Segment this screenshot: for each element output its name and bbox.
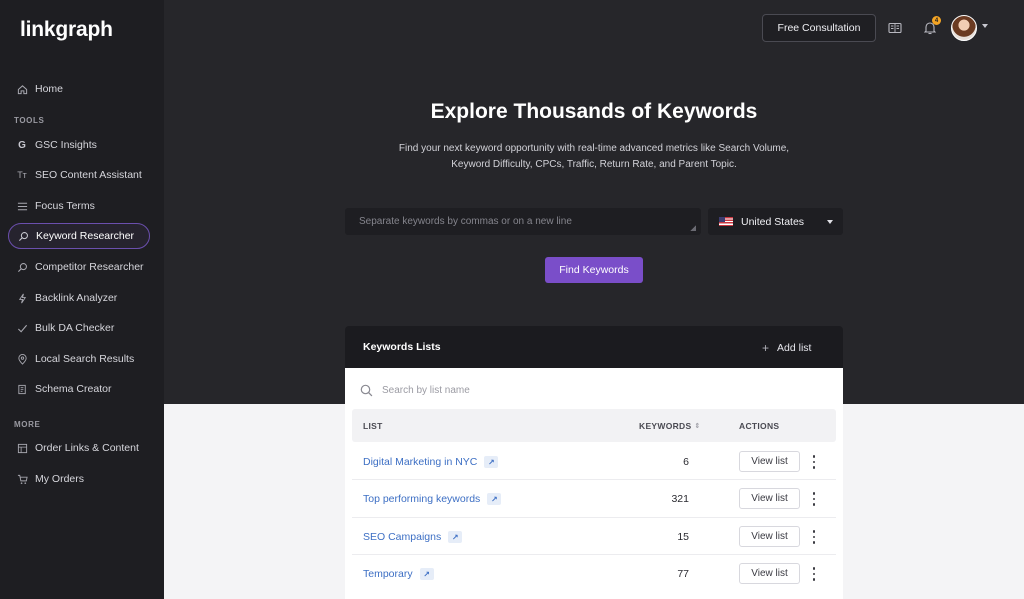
sidebar-item-order-links-content[interactable]: Order Links & Content: [8, 435, 150, 461]
column-header-keywords-label: KEYWORDS: [639, 421, 692, 431]
chevron-down-icon: [827, 220, 833, 224]
sidebar-item-label: Focus Terms: [35, 200, 95, 212]
sidebar: linkgraph Home TOOLS G GSC Insights Tт S…: [0, 0, 164, 599]
sidebar-item-label: Bulk DA Checker: [35, 322, 115, 334]
page-subtitle: Find your next keyword opportunity with …: [398, 143, 790, 170]
view-list-button[interactable]: View list: [739, 526, 800, 547]
sidebar-item-label: SEO Content Assistant: [35, 169, 142, 181]
sidebar-item-competitor-researcher[interactable]: Competitor Researcher: [8, 254, 150, 280]
more-section-label: MORE: [14, 420, 41, 429]
add-list-label: Add list: [777, 342, 812, 354]
sidebar-item-bulk-da-checker[interactable]: Bulk DA Checker: [8, 315, 150, 341]
order-icon: [16, 442, 28, 454]
sidebar-item-schema-creator[interactable]: Schema Creator: [8, 376, 150, 402]
sidebar-item-home[interactable]: Home: [8, 76, 150, 102]
sidebar-item-label: My Orders: [35, 473, 85, 485]
external-link-icon[interactable]: ↗: [487, 493, 502, 505]
sidebar-item-gsc-insights[interactable]: G GSC Insights: [8, 132, 150, 158]
lightning-icon: [16, 292, 28, 304]
sidebar-item-label: GSC Insights: [35, 139, 97, 151]
list-name-link[interactable]: Temporary ↗: [363, 568, 434, 580]
tools-section-label: TOOLS: [14, 116, 45, 125]
plus-icon: +: [762, 341, 770, 355]
text-size-icon: Tт: [17, 170, 27, 180]
sidebar-item-keyword-researcher[interactable]: Keyword Researcher: [8, 223, 150, 249]
view-list-button[interactable]: View list: [739, 563, 800, 584]
column-header-actions: ACTIONS: [739, 421, 780, 431]
cart-icon: [16, 473, 28, 485]
sidebar-item-label: Order Links & Content: [35, 442, 139, 454]
sidebar-item-my-orders[interactable]: My Orders: [8, 466, 150, 492]
list-name-link[interactable]: Top performing keywords ↗: [363, 493, 502, 505]
avatar[interactable]: [951, 15, 977, 41]
sidebar-item-label: Competitor Researcher: [35, 261, 144, 273]
keyword-count: 6: [683, 456, 689, 468]
keyword-count: 15: [677, 531, 689, 543]
location-pin-icon: [16, 353, 28, 365]
home-icon: [16, 83, 28, 95]
list-name: Temporary: [363, 568, 413, 580]
country-select[interactable]: United States: [708, 208, 843, 235]
country-label: United States: [741, 215, 805, 228]
check-icon: [16, 322, 28, 334]
sidebar-item-backlink-analyzer[interactable]: Backlink Analyzer: [8, 285, 150, 311]
free-consultation-button[interactable]: Free Consultation: [762, 14, 876, 42]
sidebar-item-seo-content-assistant[interactable]: Tт SEO Content Assistant: [8, 162, 150, 188]
book-icon[interactable]: [888, 21, 902, 35]
list-name: Digital Marketing in NYC: [363, 456, 478, 468]
external-link-icon[interactable]: ↗: [419, 568, 434, 580]
more-options-icon[interactable]: [812, 455, 816, 469]
sidebar-item-local-search-results[interactable]: Local Search Results: [8, 346, 150, 372]
search-icon: [16, 261, 28, 273]
list-icon: [16, 200, 28, 212]
more-options-icon[interactable]: [812, 492, 816, 506]
find-keywords-button[interactable]: Find Keywords: [545, 257, 643, 283]
sidebar-item-label: Local Search Results: [35, 353, 135, 365]
notification-badge: 4: [932, 16, 941, 25]
sort-icon: ⇕: [694, 423, 701, 430]
us-flag-icon: [719, 217, 733, 226]
page-title: Explore Thousands of Keywords: [430, 100, 758, 123]
list-name-link[interactable]: Digital Marketing in NYC ↗: [363, 456, 499, 468]
add-list-button[interactable]: + Add list: [762, 341, 811, 355]
list-search: [360, 381, 830, 399]
keywords-lists-title: Keywords Lists: [363, 341, 441, 353]
keyword-count: 77: [677, 568, 689, 580]
more-options-icon[interactable]: [812, 567, 816, 581]
google-icon: G: [18, 139, 26, 151]
document-icon: [16, 383, 28, 395]
list-name-link[interactable]: SEO Campaigns ↗: [363, 531, 463, 543]
column-header-keywords[interactable]: KEYWORDS ⇕: [639, 421, 701, 431]
resize-handle-icon[interactable]: [690, 225, 696, 231]
view-list-button[interactable]: View list: [739, 488, 800, 509]
sidebar-item-focus-terms[interactable]: Focus Terms: [8, 193, 150, 219]
external-link-icon[interactable]: ↗: [448, 531, 463, 543]
search-icon: [17, 230, 29, 242]
column-header-list[interactable]: LIST: [363, 421, 383, 431]
list-name: SEO Campaigns: [363, 531, 442, 543]
list-name: Top performing keywords: [363, 493, 481, 505]
more-options-icon[interactable]: [812, 530, 816, 544]
sidebar-item-label: Backlink Analyzer: [35, 292, 118, 304]
sidebar-item-label: Home: [35, 83, 64, 95]
search-icon: [360, 384, 373, 397]
brand-logo[interactable]: linkgraph: [20, 18, 113, 42]
chevron-down-icon[interactable]: [982, 24, 988, 28]
sidebar-item-label: Keyword Researcher: [36, 230, 135, 242]
keyword-count: 321: [671, 493, 689, 505]
view-list-button[interactable]: View list: [739, 451, 800, 472]
keywords-input[interactable]: [345, 208, 701, 235]
external-link-icon[interactable]: ↗: [484, 456, 499, 468]
list-search-input[interactable]: [382, 384, 802, 396]
sidebar-item-label: Schema Creator: [35, 383, 112, 395]
